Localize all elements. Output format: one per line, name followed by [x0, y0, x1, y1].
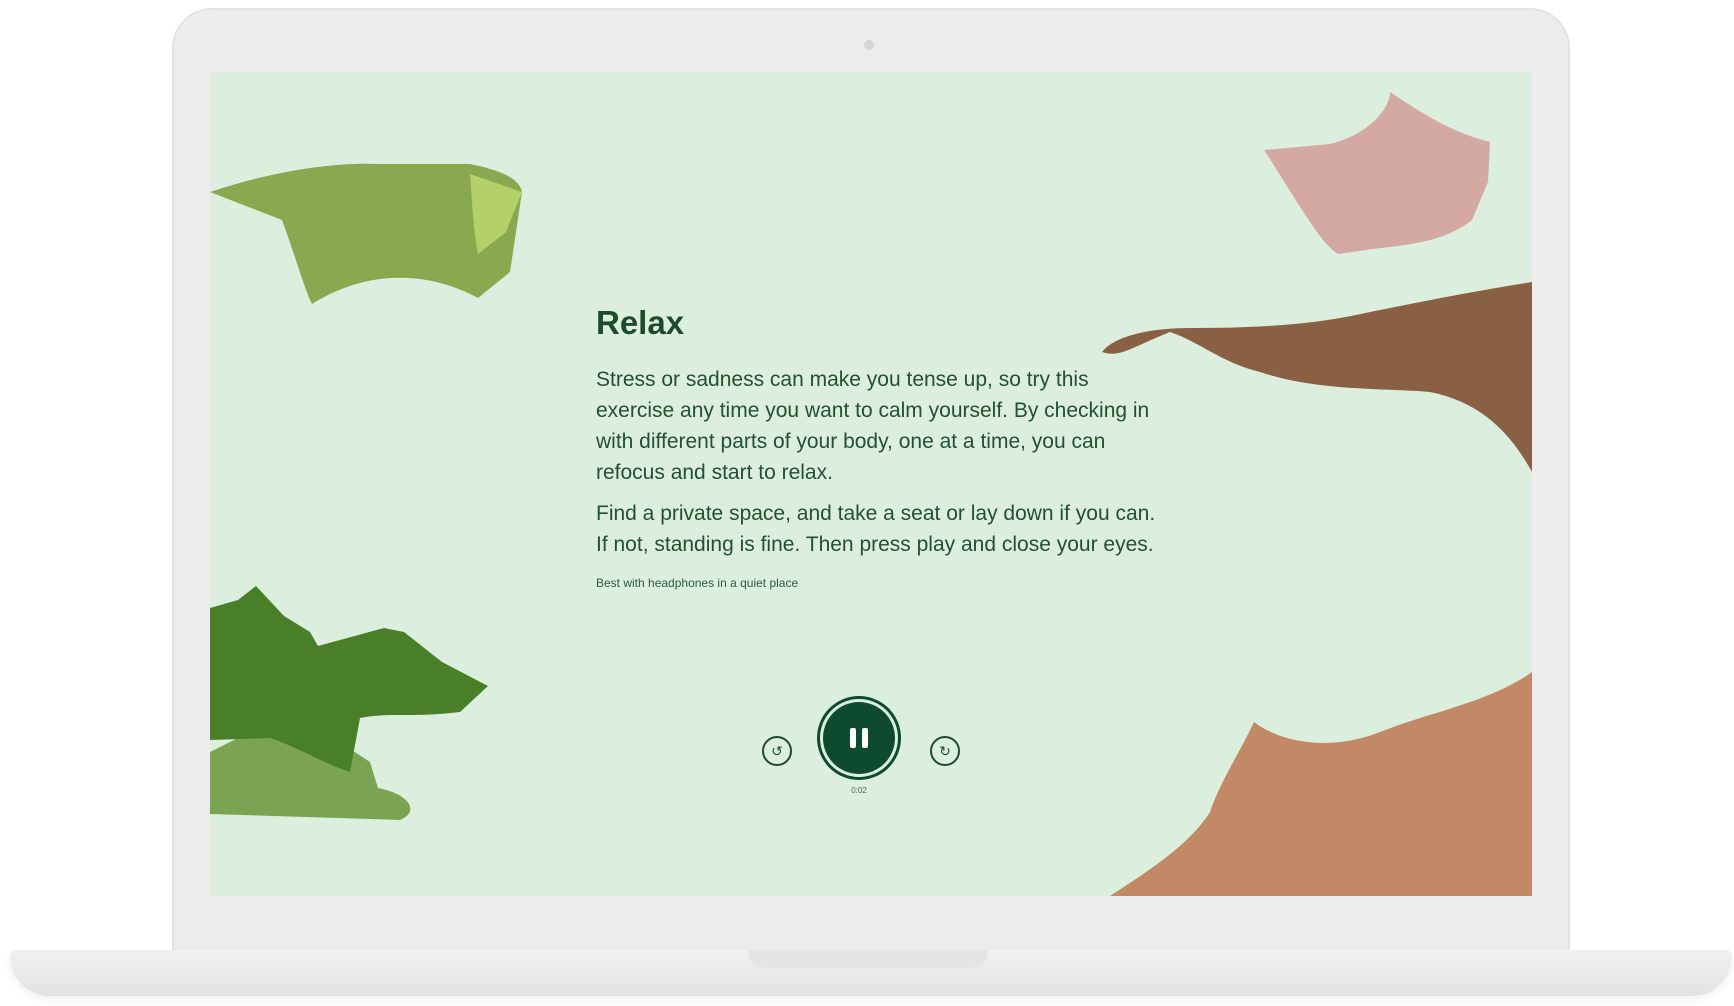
- forward-icon: ↻: [939, 742, 951, 759]
- app-screen: Relax Stress or sadness can make you ten…: [210, 72, 1532, 896]
- tan-shape-bottom-right: [1110, 672, 1532, 896]
- elapsed-time: 0:02: [851, 786, 867, 795]
- intro-paragraph: Stress or sadness can make you tense up,…: [596, 368, 1150, 484]
- skip-back-button[interactable]: ↺: [762, 736, 792, 766]
- rewind-icon: ↺: [771, 742, 783, 759]
- skip-forward-button[interactable]: ↻: [930, 736, 960, 766]
- instruction-paragraph: Find a private space, and take a seat or…: [596, 502, 1156, 556]
- exercise-content: Relax Stress or sadness can make you ten…: [596, 304, 1156, 590]
- pause-icon: [850, 728, 868, 748]
- pause-button[interactable]: [823, 702, 895, 774]
- audio-player: ↺ ↻ 0:02: [762, 696, 982, 806]
- laptop-notch: [748, 950, 988, 968]
- brown-shape-right: [1102, 282, 1532, 472]
- camera-dot: [864, 40, 874, 50]
- progress-ring: [817, 696, 901, 780]
- pink-shape-top-right: [1264, 92, 1490, 254]
- headphones-note: Best with headphones in a quiet place: [596, 576, 799, 590]
- page-title: Relax: [596, 304, 685, 341]
